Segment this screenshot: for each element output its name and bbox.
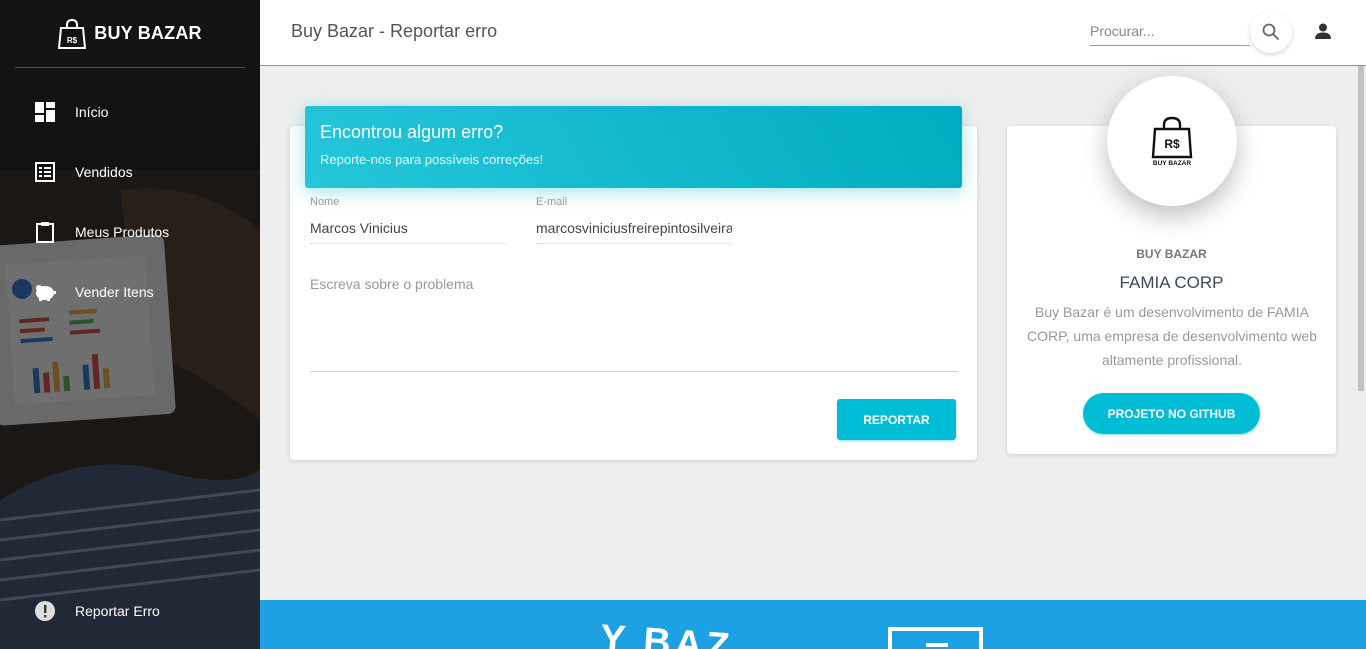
scrollbar-thumb[interactable] (1358, 66, 1364, 391)
search-button[interactable] (1250, 11, 1292, 53)
sidebar-bottom: Reportar Erro (0, 581, 260, 641)
error-icon (34, 600, 56, 622)
list-icon (34, 161, 56, 183)
name-field[interactable]: Marcos Vinicius (310, 220, 506, 244)
profile-description: Buy Bazar é um desenvolvimento de FAMIA … (1027, 304, 1318, 368)
footer-bag-logo (888, 627, 983, 649)
shopping-bag-logo-icon: R$ (58, 18, 87, 49)
brand-name: BUY BAZAR (94, 23, 202, 43)
sidebar-nav: Início Vendidos Meus Produtos Vender Ite… (0, 82, 260, 322)
profile-category: BUY BAZAR (1136, 247, 1207, 261)
email-field[interactable]: marcosviniciusfreirepintosilveira (536, 220, 732, 244)
user-button[interactable] (1310, 18, 1336, 44)
sidebar-item-inicio[interactable]: Início (0, 82, 260, 142)
footer-bag-logo-detail (926, 643, 948, 649)
report-button[interactable]: REPORTAR (837, 399, 956, 440)
report-card-subtitle: Reporte-nos para possíveis correções! (320, 152, 544, 167)
problem-textarea[interactable]: Escreva sobre o problema (310, 268, 958, 372)
search-icon (1262, 23, 1280, 41)
email-label: E-mail (536, 196, 568, 208)
shopping-bag-logo-icon: R$ BUY BAZAR (1151, 116, 1193, 167)
svg-text:R$: R$ (1164, 137, 1180, 151)
sidebar-item-label: Vender Itens (75, 284, 154, 300)
profile-name: FAMIA CORP (1119, 273, 1224, 292)
sidebar: R$ BUY BAZAR Início Vendidos Meus Produt… (0, 0, 260, 649)
sidebar-item-label: Meus Produtos (75, 224, 170, 240)
profile-avatar: R$ BUY BAZAR (1107, 76, 1237, 206)
scrollbar[interactable] (1357, 66, 1366, 600)
report-card-title: Encontrou algum erro? (320, 122, 504, 142)
footer-banner-text: Y BAZ (598, 617, 735, 649)
search-input[interactable] (1090, 16, 1250, 46)
dashboard-icon (34, 101, 56, 123)
sidebar-item-label: Vendidos (75, 164, 133, 180)
footer-banner: Y BAZ (260, 600, 1366, 649)
report-card-header: Encontrou algum erro? Reporte-nos para p… (305, 106, 962, 188)
person-icon (1315, 23, 1331, 39)
top-bar: Buy Bazar - Reportar erro (260, 0, 1366, 66)
page-title: Buy Bazar - Reportar erro (291, 21, 498, 41)
sidebar-item-vendidos[interactable]: Vendidos (0, 142, 260, 202)
sidebar-item-meus-produtos[interactable]: Meus Produtos (0, 202, 260, 262)
svg-text:BUY BAZAR: BUY BAZAR (1153, 160, 1191, 167)
piggy-bank-icon (34, 281, 56, 303)
sidebar-item-label: Início (75, 104, 109, 120)
name-label: Nome (310, 196, 340, 208)
sidebar-item-label: Reportar Erro (75, 603, 160, 619)
svg-text:R$: R$ (67, 36, 78, 45)
sidebar-item-vender-itens[interactable]: Vender Itens (0, 262, 260, 322)
problem-textarea-placeholder: Escreva sobre o problema (310, 276, 474, 292)
clipboard-icon (34, 221, 56, 243)
github-project-button[interactable]: PROJETO NO GITHUB (1083, 393, 1260, 434)
brand[interactable]: R$ BUY BAZAR (15, 0, 245, 68)
sidebar-item-reportar-erro[interactable]: Reportar Erro (0, 581, 260, 641)
